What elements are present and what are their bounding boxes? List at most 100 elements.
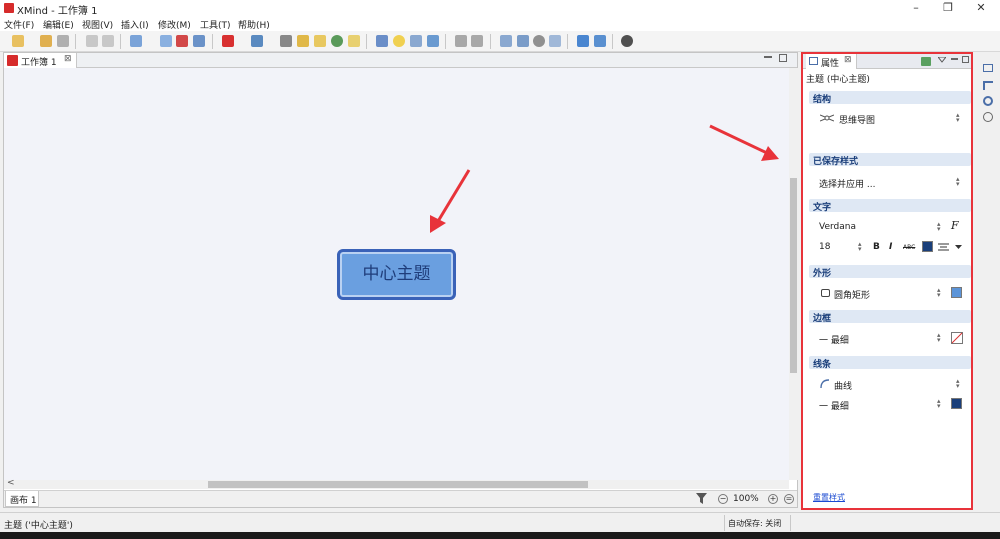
callout-icon[interactable] <box>176 35 188 47</box>
horizontal-scrollbar[interactable]: < <box>4 478 789 489</box>
close-window-button[interactable]: ✕ <box>970 1 992 15</box>
view-menu-chevron-down-icon[interactable] <box>938 57 946 63</box>
bold-button[interactable]: B <box>873 242 880 252</box>
open-icon[interactable] <box>40 35 52 47</box>
line-width-spinner-icon[interactable]: ▴ ▾ <box>937 398 941 410</box>
structure-spinner-icon[interactable]: ▴ ▾ <box>956 112 960 124</box>
restore-button[interactable]: ❐ <box>937 1 959 15</box>
attachment-icon[interactable] <box>280 35 292 47</box>
section-line[interactable]: 线条 <box>809 356 971 370</box>
tab-workbook[interactable]: 工作簿 1 ⊠ <box>4 53 77 68</box>
image-icon[interactable] <box>251 35 263 47</box>
italic-button[interactable]: I <box>889 242 892 252</box>
line-shape-spinner-icon[interactable]: ▴ ▾ <box>956 378 960 390</box>
section-saved-style[interactable]: 已保存样式 <box>809 153 971 167</box>
saved-style-spinner-icon[interactable]: ▴ ▾ <box>956 176 960 188</box>
line-width-value[interactable]: 一 最细 <box>819 399 849 412</box>
filter-icon[interactable] <box>696 493 707 504</box>
label-icon[interactable] <box>314 35 326 47</box>
zoom-out-icon[interactable]: − <box>718 494 728 504</box>
mindmap-canvas[interactable]: 中心主题 <box>4 68 789 480</box>
editor-minimize-icon[interactable] <box>764 56 772 58</box>
section-border[interactable]: 边框 <box>809 310 971 324</box>
share-icon[interactable] <box>594 35 606 47</box>
menu-tools[interactable]: 工具(T) <box>200 18 231 31</box>
font-spinner-icon[interactable]: ▴ ▾ <box>937 221 941 233</box>
border-spinner-icon[interactable]: ▴ ▾ <box>937 332 941 344</box>
text-color-swatch[interactable] <box>922 241 933 252</box>
undo-icon[interactable] <box>86 35 98 47</box>
section-text[interactable]: 文字 <box>809 199 971 213</box>
tab-close-icon[interactable]: ⊠ <box>64 54 72 64</box>
note-icon[interactable] <box>297 35 309 47</box>
menu-edit[interactable]: 编辑(E) <box>43 18 74 31</box>
sheet-tab[interactable]: 画布 1 <box>5 491 39 507</box>
menu-modify[interactable]: 修改(M) <box>158 18 191 31</box>
dock-search-icon[interactable] <box>983 96 993 106</box>
dock-outline-icon[interactable] <box>983 81 993 90</box>
zoom-fit-icon[interactable] <box>549 35 561 47</box>
subtopic-icon[interactable] <box>160 35 172 47</box>
font-dialog-icon[interactable]: F <box>951 219 959 232</box>
pin-icon[interactable] <box>921 57 931 66</box>
align-chevron-down-icon[interactable] <box>955 245 962 250</box>
save-icon[interactable] <box>57 35 69 47</box>
reset-style-link[interactable]: 重置样式 <box>813 492 845 503</box>
fill-color-swatch[interactable] <box>951 287 962 298</box>
topic-icon[interactable] <box>130 35 142 47</box>
saved-style-select[interactable]: 选择并应用 ... <box>819 177 875 190</box>
relationship-icon[interactable] <box>193 35 205 47</box>
dock-clock-icon[interactable] <box>983 112 993 122</box>
vertical-scrollbar[interactable] <box>789 68 798 480</box>
structure-value[interactable]: 思维导图 <box>839 113 875 126</box>
hyperlink-icon[interactable] <box>331 35 343 47</box>
tab-properties[interactable]: 属性 ⊠ <box>806 54 857 69</box>
mindmap-structure-icon <box>820 114 834 122</box>
central-topic[interactable]: 中心主题 <box>337 249 456 300</box>
comment-icon[interactable] <box>348 35 360 47</box>
redo-icon[interactable] <box>102 35 114 47</box>
minimize-button[interactable]: – <box>905 1 927 15</box>
new-icon[interactable] <box>12 35 24 47</box>
shape-value[interactable]: 圆角矩形 <box>834 288 870 301</box>
marker-icon[interactable] <box>222 35 234 47</box>
boundary-icon[interactable] <box>376 35 388 47</box>
editor-maximize-icon[interactable] <box>779 54 787 62</box>
shape-spinner-icon[interactable]: ▴ ▾ <box>937 287 941 299</box>
horizontal-scroll-thumb[interactable] <box>208 481 588 488</box>
outline-icon[interactable] <box>410 35 422 47</box>
drill-up-icon[interactable] <box>471 35 483 47</box>
settings-gear-icon[interactable] <box>621 35 633 47</box>
drill-down-icon[interactable] <box>455 35 467 47</box>
vertical-scroll-thumb[interactable] <box>790 178 797 373</box>
font-size-spinner-icon[interactable]: ▴ ▾ <box>858 241 862 253</box>
menu-insert[interactable]: 插入(I) <box>121 18 149 31</box>
presentation-icon[interactable] <box>500 35 512 47</box>
panel-maximize-icon[interactable] <box>962 56 969 63</box>
align-icon[interactable] <box>938 243 949 251</box>
border-width-value[interactable]: 一 最细 <box>819 333 849 346</box>
upload-icon[interactable] <box>577 35 589 47</box>
clock-icon[interactable] <box>533 35 545 47</box>
border-color-none-icon[interactable] <box>951 332 963 344</box>
scroll-left-arrow[interactable]: < <box>7 478 15 488</box>
line-color-swatch[interactable] <box>951 398 962 409</box>
menu-help[interactable]: 帮助(H) <box>238 18 270 31</box>
panel-minimize-icon[interactable] <box>951 58 958 60</box>
section-structure[interactable]: 结构 <box>809 91 971 105</box>
brainstorm-icon[interactable] <box>393 35 405 47</box>
summary-icon[interactable] <box>427 35 439 47</box>
zoom-in-icon[interactable]: + <box>768 494 778 504</box>
menu-file[interactable]: 文件(F) <box>4 18 34 31</box>
gantt-icon[interactable] <box>517 35 529 47</box>
font-size-input[interactable]: 18 <box>819 242 830 252</box>
menu-view[interactable]: 视图(V) <box>82 18 113 31</box>
zoom-reset-icon[interactable]: = <box>784 494 794 504</box>
strikethrough-button[interactable]: ABC <box>903 244 915 251</box>
status-autosave[interactable]: 自动保存: 关闭 <box>728 518 781 529</box>
tab-properties-close-icon[interactable]: ⊠ <box>844 55 852 65</box>
dock-properties-icon[interactable] <box>983 64 993 72</box>
section-shape[interactable]: 外形 <box>809 265 971 279</box>
font-family-select[interactable]: Verdana <box>819 222 856 232</box>
line-shape-value[interactable]: 曲线 <box>834 379 852 392</box>
